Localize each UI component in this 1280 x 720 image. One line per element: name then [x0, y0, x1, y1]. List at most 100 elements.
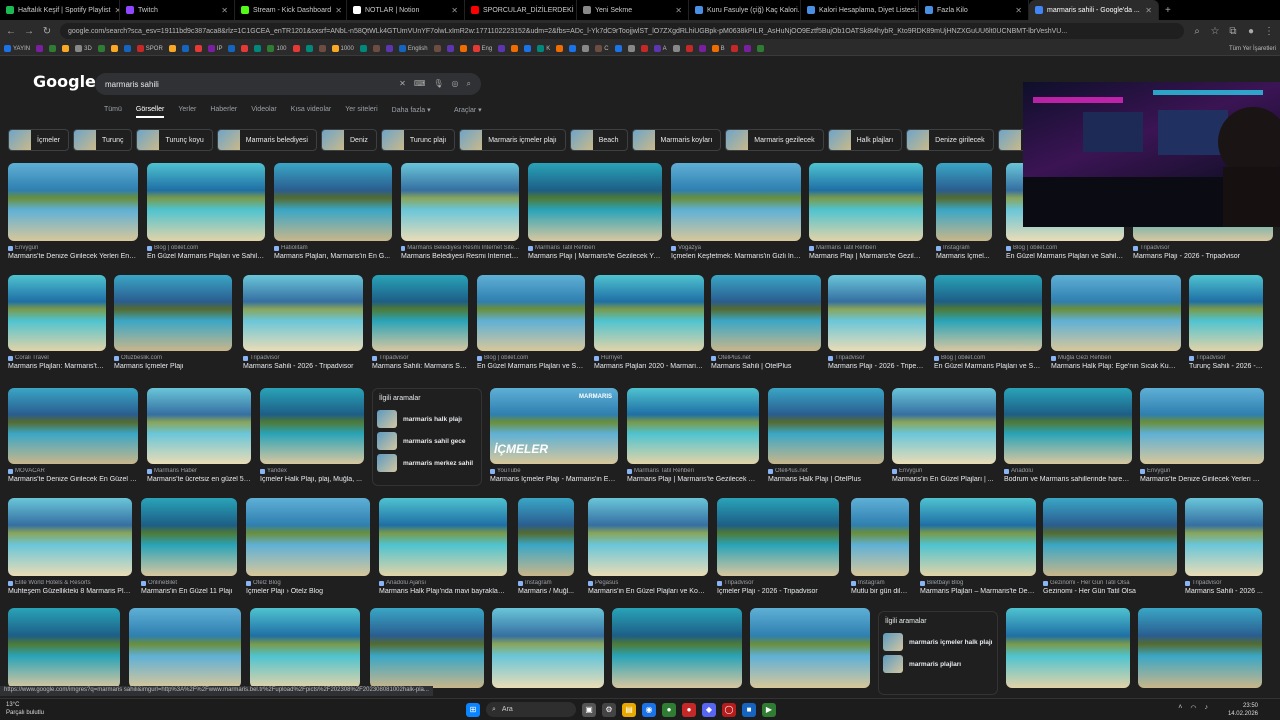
search-nav-tab[interactable]: Görseller — [135, 106, 165, 118]
result-thumbnail[interactable] — [1189, 275, 1263, 351]
google-logo[interactable]: Google — [33, 72, 96, 91]
result-source[interactable]: Blog | obilet.com — [934, 355, 1042, 361]
result-source[interactable]: OtelPlus.net — [768, 468, 884, 474]
image-result[interactable]: Anadolu Bodrum ve Marmaris sahillerinde h… — [1004, 388, 1132, 488]
bookmark-icon[interactable] — [756, 45, 764, 52]
bookmark-icon[interactable] — [433, 45, 441, 52]
image-result[interactable]: Marmaris Tatil Rehberi Marmaris Plajı | M… — [627, 388, 759, 488]
bookmark-icon[interactable] — [292, 45, 300, 52]
search-nav-tab[interactable]: Tümü — [104, 106, 122, 118]
zoom-icon[interactable]: ⌕ — [1192, 26, 1202, 37]
result-title[interactable]: Marmaris Plajı | Marmaris'te Gezilecek Y… — [627, 476, 759, 483]
all-bookmarks[interactable]: Tüm Yer İşaretleri — [1229, 46, 1276, 52]
result-source[interactable]: Biletbayi Blog — [920, 580, 1036, 586]
app-icon[interactable]: ■ — [742, 702, 756, 717]
related-item[interactable]: marmaris merkez sahil — [377, 452, 477, 474]
result-source[interactable]: Tripadvisor — [1189, 355, 1263, 361]
bookmark-icon[interactable] — [614, 45, 622, 52]
chevron-up-icon[interactable]: ˄ — [1178, 704, 1182, 712]
related-item[interactable]: marmaris halk plajı — [377, 408, 477, 430]
result-thumbnail[interactable] — [627, 388, 759, 464]
tab-close-icon[interactable]: ✕ — [675, 6, 682, 15]
bookmark-icon[interactable] — [743, 45, 751, 52]
result-thumbnail[interactable] — [934, 275, 1042, 351]
result-source[interactable]: Otuzbeslik.com — [114, 355, 232, 361]
image-result[interactable]: Biletbayi Blog Marmaris Plajları – Marmar… — [920, 498, 1036, 600]
result-thumbnail[interactable] — [8, 498, 132, 576]
browser-tab[interactable]: marmaris sahili - Google'da ... ✕ — [1029, 0, 1159, 20]
image-result[interactable]: Otuzbeslik.com Marmaris İçmeler Plajı — [114, 275, 232, 375]
result-title[interactable]: Marmaris'in En Güzel Plajları ve Koyl... — [588, 588, 708, 595]
result-thumbnail[interactable] — [717, 498, 839, 576]
image-result[interactable]: Tripadvisor Marmaris Sahili: Marmaris Sah… — [372, 275, 468, 375]
result-thumbnail[interactable] — [477, 275, 585, 351]
result-source[interactable]: OnlineBilet — [141, 580, 237, 586]
image-result[interactable] — [370, 608, 484, 712]
result-thumbnail[interactable] — [809, 163, 923, 241]
bookmark-icon[interactable] — [97, 45, 105, 52]
result-title[interactable]: Marmaris Belediyesi Resmi İnternet ... — [401, 253, 519, 260]
result-thumbnail[interactable] — [141, 498, 237, 576]
result-thumbnail[interactable] — [1006, 608, 1130, 688]
bookmark-icon[interactable] — [459, 45, 467, 52]
result-thumbnail[interactable] — [711, 275, 821, 351]
image-result[interactable]: Envygun Marmaris'in En Güzel Plajları | .… — [892, 388, 996, 488]
image-result[interactable]: OnlineBilet Marmaris'in En Güzel 11 Plajı — [141, 498, 237, 600]
browser-tab[interactable]: Fazla Kilo ✕ — [919, 0, 1029, 20]
tab-close-icon[interactable]: ✕ — [1015, 6, 1022, 15]
image-result[interactable]: OtelPlus.net Marmaris Halk Plajı | OtelPl… — [768, 388, 884, 488]
result-title[interactable]: En Güzel Marmaris Plajları ve Sa... — [934, 363, 1042, 370]
search-nav-tab[interactable]: Daha fazla ▾ — [392, 106, 431, 118]
result-title[interactable]: Mutlu bir gün dileri... — [851, 588, 909, 595]
clear-icon[interactable]: ✕ — [399, 79, 406, 89]
result-title[interactable]: Marmaris Plajı | Marmaris'te Gezile... — [809, 253, 923, 260]
result-thumbnail[interactable] — [8, 275, 106, 351]
result-thumbnail[interactable] — [1185, 498, 1263, 576]
bookmark-icon[interactable] — [49, 45, 57, 52]
result-thumbnail[interactable] — [936, 163, 992, 241]
result-source[interactable]: Anadolu Ajansı — [379, 580, 507, 586]
bookmark-item[interactable]: SPOR — [136, 45, 163, 52]
start-icon[interactable]: ⊞ — [466, 702, 480, 717]
result-source[interactable]: Marmaris Haber — [147, 468, 251, 474]
result-title[interactable]: Marmaris Sahili - 2026 ... — [1185, 588, 1263, 595]
result-thumbnail[interactable] — [892, 388, 996, 464]
tab-close-icon[interactable]: ✕ — [451, 6, 458, 15]
result-source[interactable]: Marmaris Tatil Rehberi — [528, 245, 662, 251]
bookmark-icon[interactable] — [627, 45, 635, 52]
result-title[interactable]: Turunç Sahili - 2026 - ... — [1189, 363, 1263, 370]
result-thumbnail[interactable] — [8, 388, 138, 464]
browser-tab[interactable]: Yeni Sekme ✕ — [577, 0, 689, 20]
forward-icon[interactable]: → — [24, 26, 34, 37]
bookmark-icon[interactable] — [36, 45, 44, 52]
image-result[interactable] — [492, 608, 604, 712]
reload-icon[interactable]: ↻ — [42, 26, 52, 37]
taskbar-search[interactable]: ⌕ Ara — [486, 702, 576, 717]
result-source[interactable]: Marmaris Tatil Rehberi — [627, 468, 759, 474]
result-title[interactable]: Marmaris Sahili - 2026 - Tripadvisor — [243, 363, 363, 370]
bookmark-icon[interactable] — [305, 45, 313, 52]
result-thumbnail[interactable] — [147, 163, 265, 241]
refine-chip[interactable]: Marmaris içmeler plajı — [459, 129, 566, 151]
result-title[interactable]: Marmaris / Muğl... — [518, 588, 574, 595]
bookmark-icon[interactable] — [181, 45, 189, 52]
bookmark-item[interactable]: Eng — [472, 45, 492, 52]
extensions-icon[interactable]: ⧉ — [1228, 26, 1238, 37]
result-thumbnail[interactable] — [492, 608, 604, 688]
menu-icon[interactable]: ⋮ — [1264, 26, 1274, 37]
result-thumbnail[interactable] — [612, 608, 742, 688]
result-source[interactable]: Tripadvisor — [372, 355, 468, 361]
result-thumbnail[interactable] — [588, 498, 708, 576]
result-source[interactable]: Marmaris Belediyesi Resmi İnternet Site.… — [401, 245, 519, 251]
back-icon[interactable]: ← — [6, 26, 16, 37]
app-icon[interactable]: ◯ — [722, 702, 736, 717]
url-field[interactable]: google.com/search?sca_esv=19111bd9c387ac… — [60, 23, 1184, 39]
result-source[interactable]: Envygun — [892, 468, 996, 474]
result-source[interactable]: Blog | obilet.com — [477, 355, 585, 361]
image-result[interactable]: Marmaris Tatil Rehberi Marmaris Plajı | M… — [809, 163, 923, 265]
refine-chip[interactable]: Turunc plajı — [380, 129, 456, 151]
result-source[interactable]: Instagram — [851, 580, 909, 586]
refine-chip[interactable]: Marmaris koyları — [631, 129, 722, 151]
browser-tab[interactable]: Stream - Kick Dashboard ✕ — [235, 0, 347, 20]
app-icon[interactable]: ● — [682, 702, 696, 717]
